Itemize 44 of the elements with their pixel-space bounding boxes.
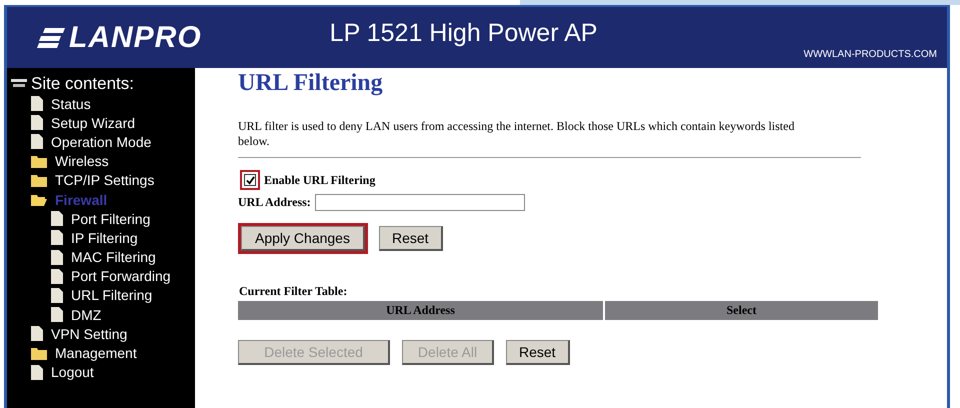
checkbox-label: Enable URL Filtering bbox=[264, 172, 376, 188]
device-title: LP 1521 High Power AP bbox=[330, 19, 598, 48]
page-icon bbox=[31, 96, 43, 112]
sidebar-item[interactable]: Setup Wizard bbox=[51, 114, 136, 131]
page-title: URL Filtering bbox=[238, 70, 384, 97]
form-button[interactable]: Apply Changes bbox=[241, 226, 365, 251]
column-header: Select bbox=[605, 301, 878, 320]
sidebar-item[interactable]: Operation Mode bbox=[51, 134, 152, 150]
sidebar-item[interactable]: Wireless bbox=[55, 153, 109, 170]
form-button[interactable]: Reset bbox=[379, 226, 443, 251]
sidebar-item[interactable]: Status bbox=[51, 96, 91, 112]
sidebar-item[interactable]: Port Forwarding bbox=[71, 268, 171, 284]
sidebar-item[interactable]: Management bbox=[55, 345, 137, 362]
sidebar-item[interactable]: Port Filtering bbox=[71, 210, 150, 227]
sidebar-title: Site contents: bbox=[31, 74, 134, 94]
checkbox[interactable] bbox=[240, 170, 260, 190]
sidebar-item[interactable]: DMZ bbox=[71, 306, 102, 323]
page-icon bbox=[31, 326, 43, 342]
page-icon bbox=[51, 268, 63, 284]
sidebar-item[interactable]: TCP/IP Settings bbox=[55, 172, 154, 188]
page-icon bbox=[31, 364, 43, 380]
table-button[interactable]: Reset bbox=[506, 340, 570, 365]
page-icon bbox=[51, 307, 63, 322]
check-icon bbox=[246, 176, 254, 184]
logo-icon bbox=[37, 26, 67, 50]
page-icon bbox=[51, 211, 63, 226]
table-title: Current Filter Table: bbox=[239, 284, 348, 299]
column-header: URL Address bbox=[238, 301, 603, 320]
sidebar-item[interactable]: Logout bbox=[51, 364, 94, 380]
page-icon bbox=[31, 115, 43, 130]
sidebar-item[interactable]: URL Filtering bbox=[71, 287, 152, 304]
url-input-field[interactable] bbox=[314, 194, 525, 211]
page-icon bbox=[51, 230, 63, 246]
computer-icon bbox=[11, 78, 27, 90]
field-label: URL Address: bbox=[238, 195, 311, 210]
logo-text: LANPRO bbox=[69, 20, 202, 54]
page-icon bbox=[51, 288, 63, 303]
sidebar-item[interactable]: VPN Setting bbox=[51, 326, 128, 342]
page-icon bbox=[51, 250, 63, 265]
sidebar-item[interactable]: MAC Filtering bbox=[71, 249, 156, 266]
website-url: WWWLAN-PRODUCTS.COM bbox=[804, 49, 937, 60]
sidebar-item[interactable]: IP Filtering bbox=[71, 230, 138, 246]
description-text: URL filter is used to deny LAN users from accessing the internet. Block those URLs which contain keywords listed below. bbox=[238, 119, 796, 149]
page-icon bbox=[31, 134, 43, 150]
